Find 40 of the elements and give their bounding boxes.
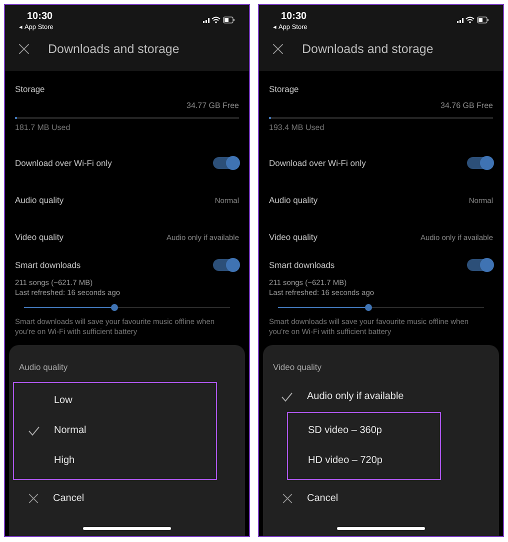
status-time: 10:30 (280, 11, 308, 23)
free-space-text: 34.77 GB Free (186, 100, 239, 112)
setting-label: Smart downloads (15, 258, 81, 272)
close-icon[interactable] (272, 43, 284, 56)
setting-label: Download over Wi-Fi only (15, 156, 112, 170)
close-icon[interactable] (18, 43, 30, 56)
status-icons (203, 16, 235, 24)
cancel-item[interactable]: Cancel (263, 484, 499, 514)
close-icon[interactable] (28, 493, 38, 504)
setting-label: Video quality (269, 230, 318, 244)
option-item[interactable]: Low (14, 386, 216, 416)
songs-slider[interactable] (278, 304, 484, 312)
free-space-text: 34.76 GB Free (440, 100, 493, 112)
option-item[interactable]: Normal (14, 416, 216, 446)
sheet-title: Audio quality (18, 361, 69, 374)
toggle-switch[interactable] (213, 157, 239, 170)
option-item[interactable]: SD video – 360p (268, 416, 440, 446)
option-item[interactable]: High (14, 446, 216, 476)
toggle-switch[interactable] (467, 259, 493, 272)
close-icon[interactable] (282, 493, 292, 504)
page-title: Downloads and storage (48, 41, 180, 58)
sheet-title: Video quality (272, 361, 323, 374)
toggle-switch[interactable] (467, 157, 493, 170)
toggle-switch[interactable] (213, 259, 239, 272)
option-item[interactable]: HD video – 720p (268, 446, 440, 476)
setting-label: Download over Wi-Fi only (269, 156, 366, 170)
section-label: Storage (15, 83, 46, 96)
option-item[interactable]: Audio only if available (267, 382, 495, 412)
used-space-text: 193.4 MB Used (269, 122, 326, 134)
used-space-text: 181.7 MB Used (15, 122, 72, 134)
setting-label: Audio quality (269, 194, 318, 207)
cancel-item[interactable]: Cancel (9, 484, 245, 514)
songs-slider[interactable] (24, 304, 230, 312)
section-label: Storage (269, 83, 300, 96)
setting-label: Smart downloads (269, 258, 335, 272)
page-title: Downloads and storage (302, 41, 434, 58)
status-icons (457, 16, 489, 24)
setting-label: Video quality (15, 230, 64, 244)
status-time: 10:30 (26, 11, 54, 23)
setting-label: Audio quality (15, 194, 64, 207)
